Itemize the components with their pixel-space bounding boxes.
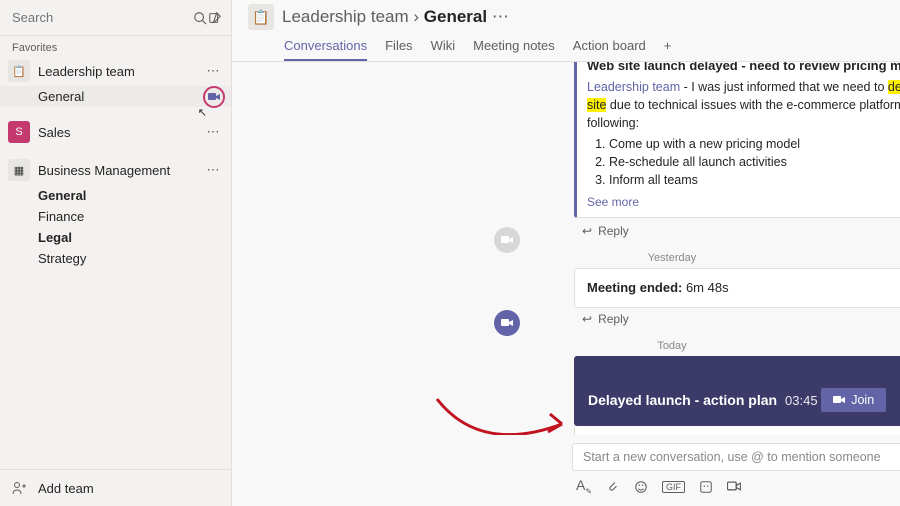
search-row	[0, 0, 231, 36]
add-tab-button[interactable]: +	[664, 34, 672, 61]
channel-legal[interactable]: Legal	[0, 227, 231, 248]
avatar: S	[8, 121, 30, 143]
breadcrumb-team[interactable]: Leadership team	[282, 7, 409, 26]
more-icon[interactable]: ⋯	[203, 124, 223, 140]
join-button[interactable]: Join	[821, 388, 886, 412]
team-avatar: 📋	[248, 4, 274, 30]
message-list: Come up with a new pricing model Re-sche…	[587, 135, 900, 189]
active-meeting-card[interactable]: Delayed launch - action plan 03:45 Join	[574, 356, 900, 426]
attach-icon[interactable]	[606, 480, 620, 494]
team-label: Leadership team	[38, 64, 203, 79]
team-leadership[interactable]: 📋 Leadership team ⋯	[0, 56, 231, 86]
video-icon	[833, 395, 845, 405]
compose-input[interactable]: Start a new conversation, use @ to menti…	[572, 443, 900, 471]
author-link[interactable]: Leadership team	[587, 80, 680, 94]
video-icon	[494, 227, 520, 253]
channel-header: 📋 Leadership team › General ⋯	[232, 0, 900, 30]
tab-wiki[interactable]: Wiki	[431, 34, 456, 61]
message-card[interactable]: Web site launch delayed - need to review…	[574, 62, 900, 218]
teams-sidebar: Favorites 📋 Leadership team ⋯ General ↖ …	[0, 0, 232, 506]
tab-action-board[interactable]: Action board	[573, 34, 646, 61]
format-icon[interactable]: A✎	[576, 477, 592, 496]
add-team-label: Add team	[38, 481, 94, 496]
meeting-title: Delayed launch - action plan	[588, 392, 777, 408]
meeting-started-text: Delayed launch - action plan started	[611, 434, 818, 435]
reply-icon: ↩	[582, 312, 592, 326]
breadcrumb-channel: General	[424, 7, 487, 26]
more-icon[interactable]: ⋯	[492, 7, 509, 26]
date-separator: Yesterday	[284, 252, 900, 264]
reply-icon: ↩	[582, 224, 592, 238]
more-icon[interactable]: ⋯	[203, 63, 223, 79]
main-pane: PrivateNo classifi 📋 Leadership team › G…	[232, 0, 900, 506]
add-team-icon	[12, 480, 28, 496]
team-label: Sales	[38, 125, 203, 140]
more-icon[interactable]: ⋯	[203, 162, 223, 178]
sticker-icon[interactable]	[699, 480, 713, 494]
list-item: Inform all teams	[609, 171, 900, 189]
meeting-indicator-icon[interactable]	[203, 86, 225, 108]
list-item: Re-schedule all launch activities	[609, 153, 900, 171]
meeting-time: 03:45	[785, 393, 818, 408]
list-item: Come up with a new pricing model	[609, 135, 900, 153]
team-business[interactable]: ▦ Business Management ⋯	[0, 155, 231, 185]
meeting-ended-card[interactable]: Meeting ended: 6m 48s	[574, 268, 900, 308]
reply-button[interactable]: ↩Reply	[574, 308, 900, 336]
channel-finance[interactable]: Finance	[0, 206, 231, 227]
channel-label: General	[38, 89, 84, 104]
date-separator: Today	[284, 340, 900, 352]
emoji-icon[interactable]	[634, 480, 648, 494]
channel-strategy[interactable]: Strategy	[0, 248, 231, 269]
conversation-pane: Web site launch delayed - need to review…	[232, 62, 900, 435]
tab-files[interactable]: Files	[385, 34, 412, 61]
tab-meeting-notes[interactable]: Meeting notes	[473, 34, 555, 61]
search-input[interactable]	[8, 4, 192, 31]
channel-tabs: Conversations Files Wiki Meeting notes A…	[232, 30, 900, 62]
search-icon[interactable]	[192, 8, 208, 28]
team-label: Business Management	[38, 163, 203, 178]
team-sales[interactable]: S Sales ⋯	[0, 117, 231, 147]
message-body: Leadership team - I was just informed th…	[587, 78, 900, 132]
compose-icon[interactable]	[208, 8, 224, 28]
breadcrumb: Leadership team › General ⋯	[282, 7, 509, 27]
channel-general[interactable]: General ↖	[0, 86, 231, 107]
meet-now-icon[interactable]	[727, 481, 741, 492]
favorites-label: Favorites	[0, 36, 231, 56]
tab-conversations[interactable]: Conversations	[284, 34, 367, 61]
meeting-started-row[interactable]: Delayed launch - action plan started	[574, 426, 900, 435]
compose-area: Start a new conversation, use @ to menti…	[572, 443, 900, 496]
annotation-arrow	[432, 394, 582, 435]
message-title: Web site launch delayed - need to review…	[587, 62, 900, 76]
video-icon	[494, 310, 520, 336]
reply-button[interactable]: ↩Reply	[574, 220, 900, 248]
channel-general-2[interactable]: General	[0, 185, 231, 206]
add-team-button[interactable]: Add team	[0, 469, 231, 506]
meeting-ended-text: Meeting ended: 6m 48s	[587, 280, 729, 295]
see-more-link[interactable]: See more	[587, 194, 900, 211]
gif-icon[interactable]: GIF	[662, 481, 685, 493]
